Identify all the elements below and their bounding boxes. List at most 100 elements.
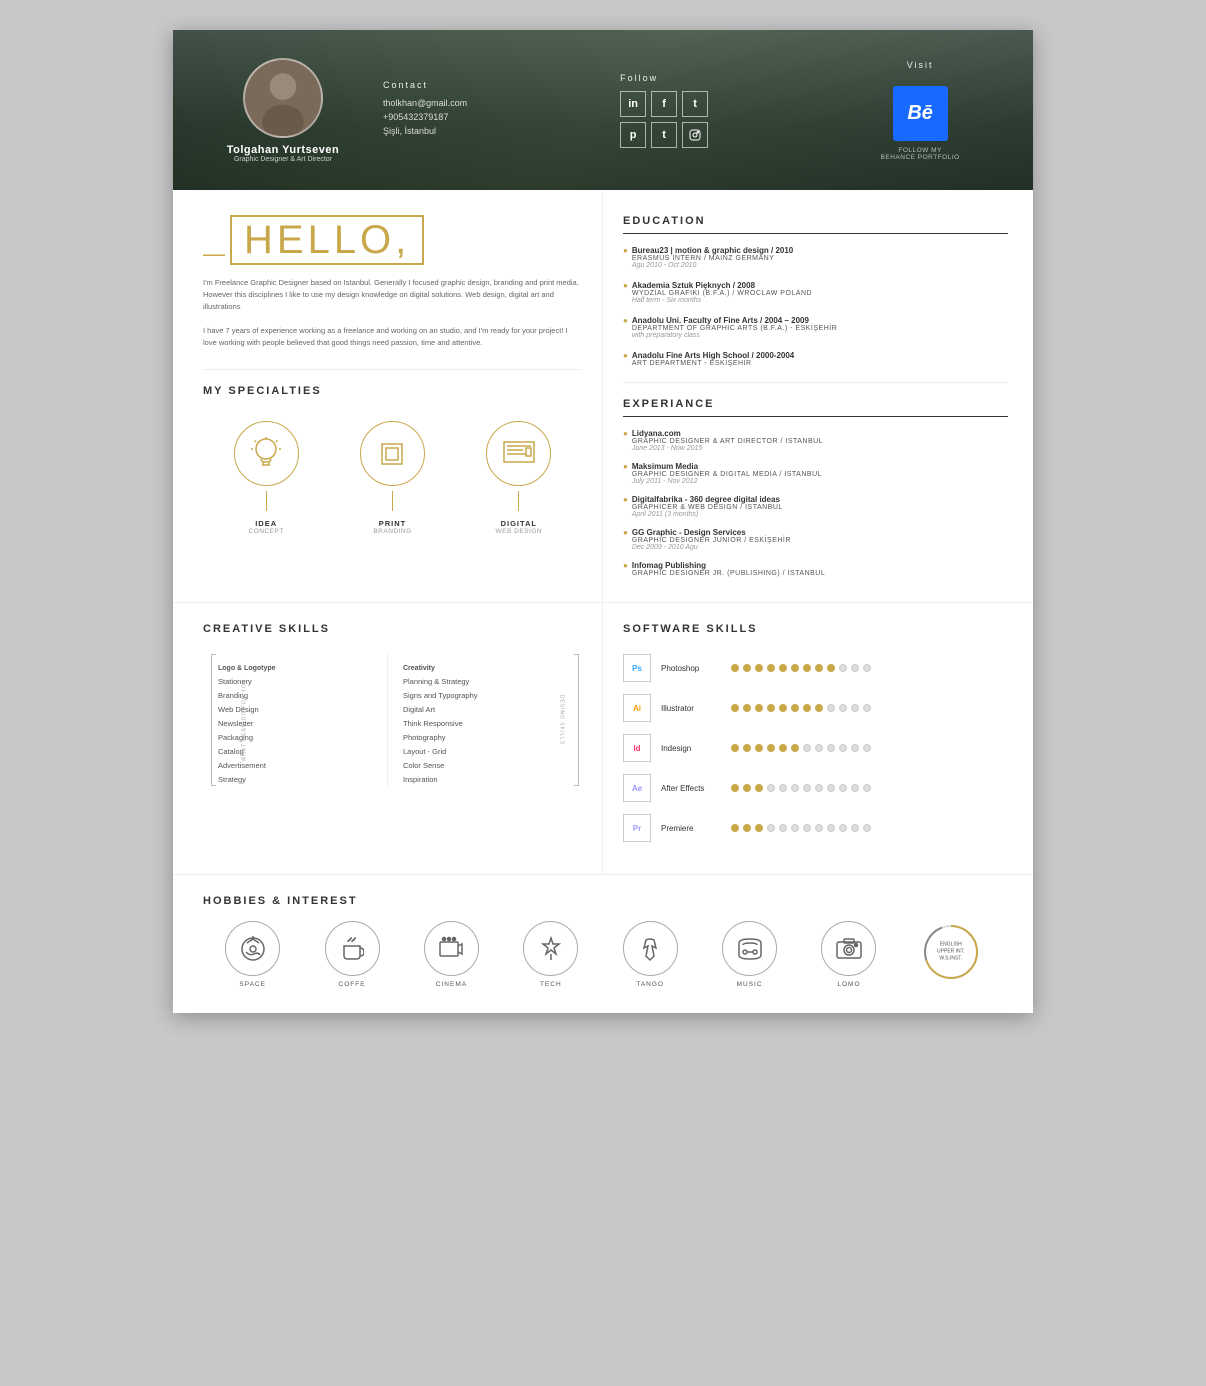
skill-digital-art: Digital Art: [403, 702, 572, 716]
space-icon-circle: [225, 921, 280, 976]
aftereffects-label: After Effects: [661, 784, 731, 793]
creative-skills-title: CREATIVE SKILLS: [203, 623, 587, 639]
header-content: Tolgahan Yurtseven Graphic Designer & Ar…: [173, 58, 1033, 163]
illustrator-icon: Ai: [623, 694, 651, 722]
coffee-label: COFFE: [339, 981, 366, 988]
edu-item-4: ● Anadolu Fine Arts High School / 2000-2…: [623, 351, 1008, 367]
avatar-section: Tolgahan Yurtseven Graphic Designer & Ar…: [203, 58, 363, 163]
dot: [767, 664, 775, 672]
dot: [755, 664, 763, 672]
dot: [755, 744, 763, 752]
contact-phone: +905432379187: [383, 112, 590, 122]
dot: [779, 784, 787, 792]
dot: [839, 664, 847, 672]
space-label: SPACE: [239, 981, 266, 988]
hobby-music: MUSIC: [722, 921, 777, 988]
facebook-icon[interactable]: f: [651, 91, 677, 117]
premiere-dots: [731, 824, 871, 832]
dot: [815, 824, 823, 832]
instagram-icon[interactable]: [682, 122, 708, 148]
software-indesign: Id Indesign: [623, 734, 1008, 762]
creative-skills-section: CREATIVE SKILLS WHAT I CAN DO FOR YOU Lo…: [173, 603, 603, 874]
design-skills-label: DESING SKILLS: [559, 695, 565, 746]
exp-role-4: GRAPHIC DESIGNER JUNIOR / ESKİŞEHİR: [632, 537, 791, 544]
software-photoshop: Ps Photoshop: [623, 654, 1008, 682]
skill-logo: Logo & Logotype: [218, 662, 387, 674]
experience-section: EXPERIANCE ● Lidyana.com GRAPHIC DESIGNE…: [623, 398, 1008, 577]
tumblr-icon[interactable]: t: [651, 122, 677, 148]
lomo-icon-circle: [821, 921, 876, 976]
dot: [779, 824, 787, 832]
hobby-coffee: COFFE: [325, 921, 380, 988]
exp-role-2: GRAPHIC DESIGNER & DIGITAL MEDIA / ISTAN…: [632, 471, 822, 478]
linkedin-icon[interactable]: in: [620, 91, 646, 117]
software-skills-title: SOFTWARE SKILLS: [623, 623, 1008, 639]
edu-sub-2: WYDZIAL GRAFIKI (B.F.A.) / WROCLAW POLAN…: [632, 290, 812, 297]
dot: [779, 744, 787, 752]
hobby-tech: TECH: [523, 921, 578, 988]
pinterest-icon[interactable]: p: [620, 122, 646, 148]
edu-sub-1: ERASMUS INTERN / MAINZ GERMANY: [632, 255, 793, 262]
specialty-line: [266, 491, 267, 511]
exp-role-1: GRAPHIC DESIGNER & ART DIRECTOR / ISTANB…: [632, 438, 823, 445]
dot: [791, 744, 799, 752]
main-content: — HELLO, I'm Freelance Graphic Designer …: [173, 190, 1033, 602]
dot: [791, 664, 799, 672]
contact-location: Şişli, İstanbul: [383, 126, 590, 136]
dot: [803, 784, 811, 792]
contact-email: tholkhan@gmail.com: [383, 98, 590, 108]
behance-label: FOLLOW MY BEHANCE PORTFOLIO: [881, 147, 960, 161]
language-section: ENGLISHUPPER INT.W.S.INST.: [921, 922, 981, 987]
behance-icon[interactable]: Bē: [893, 86, 948, 141]
exp-role-5: GRAPHIC DESIGNER JR. (PUBLISHING) / ISTA…: [632, 570, 825, 577]
left-bracket-top: [211, 654, 216, 655]
lomo-label: LOMO: [837, 981, 860, 988]
photoshop-icon: Ps: [623, 654, 651, 682]
visit-section: Visit Bē FOLLOW MY BEHANCE PORTFOLIO: [837, 60, 1003, 161]
aftereffects-dots: [731, 784, 871, 792]
edu-item-1: ● Bureau23 | motion & graphic design / 2…: [623, 246, 1008, 269]
edu-dot-icon-4: ●: [623, 351, 628, 360]
dot: [779, 664, 787, 672]
dot: [827, 824, 835, 832]
dot: [815, 664, 823, 672]
dot: [827, 664, 835, 672]
dot: [755, 784, 763, 792]
dot: [791, 704, 799, 712]
dot: [743, 744, 751, 752]
exp-role-3: GRAPHICER & WEB DESIGN / ISTANBUL: [632, 504, 783, 511]
dot: [851, 824, 859, 832]
tango-label: TANGO: [636, 981, 664, 988]
hobby-lomo: LOMO: [821, 921, 876, 988]
language-circle: ENGLISHUPPER INT.W.S.INST.: [921, 922, 981, 982]
dot: [815, 704, 823, 712]
software-aftereffects: Ae After Effects: [623, 774, 1008, 802]
edu-name-2: Akademia Sztuk Pięknych / 2008: [632, 281, 812, 290]
exp-company-3: Digitalfabrika - 360 degree digital idea…: [632, 495, 783, 504]
specialty-digital: DIGITAL WEB DESIGN: [486, 421, 551, 535]
dot: [767, 744, 775, 752]
twitter-icon[interactable]: t: [682, 91, 708, 117]
exp-company-2: Maksimum Media: [632, 462, 822, 471]
print-sublabel: BRANDING: [373, 528, 411, 535]
exp-dot-3: ●: [623, 495, 628, 504]
dot: [839, 784, 847, 792]
exp-date-1: June 2013 - Now 2015: [632, 445, 823, 452]
visit-title: Visit: [907, 60, 934, 70]
skill-strategy-left: Strategy: [218, 772, 387, 786]
exp-date-2: July 2011 - Nov 2012: [632, 478, 822, 485]
skill-typography: Signs and Typography: [403, 688, 572, 702]
exp-item-3: ● Digitalfabrika - 360 degree digital id…: [623, 495, 1008, 518]
digital-sublabel: WEB DESIGN: [496, 528, 543, 535]
coffee-icon-circle: [325, 921, 380, 976]
education-title: EDUCATION: [623, 215, 1008, 234]
hello-section: — HELLO, I'm Freelance Graphic Designer …: [203, 215, 582, 349]
edu-date-2: Half term - Six months: [632, 297, 812, 304]
illustrator-label: Illustrator: [661, 704, 731, 713]
dot: [743, 664, 751, 672]
bio-paragraph-2: I have 7 years of experience working as …: [203, 325, 582, 349]
right-column: EDUCATION ● Bureau23 | motion & graphic …: [603, 190, 1033, 602]
edu-sub-4: ART DEPARTMENT - ESKİŞEHİR: [632, 360, 794, 367]
exp-dot-4: ●: [623, 528, 628, 537]
dot: [731, 824, 739, 832]
